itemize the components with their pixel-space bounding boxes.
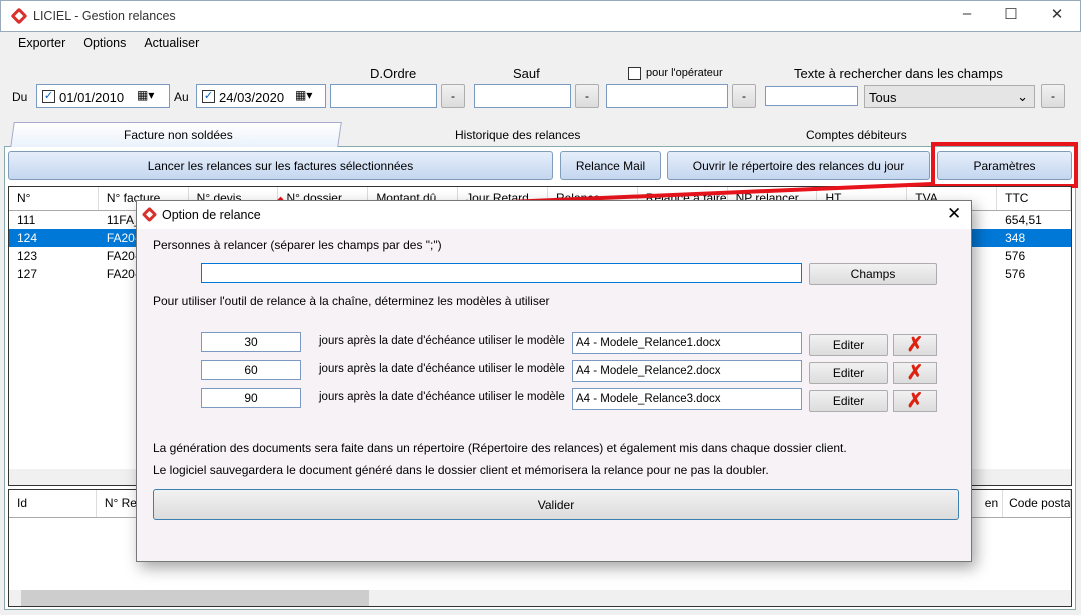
table-cell: 576 xyxy=(1005,249,1026,263)
sauf-label: Sauf xyxy=(513,66,540,81)
validate-button[interactable]: Valider xyxy=(153,489,959,520)
dialog-close-button[interactable]: ✕ xyxy=(947,204,961,224)
column-header[interactable]: Id xyxy=(9,490,97,517)
window-title: LICIEL - Gestion relances xyxy=(33,9,176,23)
table-cell: 127 xyxy=(17,267,38,281)
date-from-picker[interactable]: ✓ 01/01/2010 ▦▾ xyxy=(36,84,170,108)
table-cell: 654,51 xyxy=(1005,213,1042,227)
edit-button[interactable]: Editer xyxy=(809,334,888,356)
rule-label: jours après la date d'échéance utiliser … xyxy=(319,391,565,403)
rule-label: jours après la date d'échéance utiliser … xyxy=(319,335,565,347)
title-bar: LICIEL - Gestion relances – ☐ ✕ xyxy=(0,0,1081,32)
tab-label: Facture non soldées xyxy=(124,128,233,142)
persons-input[interactable] xyxy=(201,263,802,283)
field-select[interactable]: Tous ⌄ xyxy=(864,85,1035,108)
du-label: Du xyxy=(12,90,28,104)
days-input[interactable] xyxy=(201,332,301,352)
calendar-icon[interactable]: ▦▾ xyxy=(295,88,312,102)
model-field[interactable]: A4 - Modele_Relance1.docx xyxy=(572,332,802,354)
open-folder-button[interactable]: Ouvrir le répertoire des relances du jou… xyxy=(667,151,930,180)
info-text-2: Le logiciel sauvegardera le document gén… xyxy=(153,463,769,477)
model-field[interactable]: A4 - Modele_Relance2.docx xyxy=(572,360,802,382)
champs-button[interactable]: Champs xyxy=(809,263,937,285)
table-cell: 124 xyxy=(17,231,38,245)
table-cell: 123 xyxy=(17,249,38,263)
date-to-picker[interactable]: ✓ 24/03/2020 ▦▾ xyxy=(196,84,326,108)
rule-label: jours après la date d'échéance utiliser … xyxy=(319,363,565,375)
highlight-box xyxy=(931,142,1078,188)
option-relance-dialog: Option de relance ✕ Personnes à relancer… xyxy=(136,200,972,562)
table-cell: 576 xyxy=(1005,267,1026,281)
days-input[interactable] xyxy=(201,388,301,408)
scrollbar-thumb[interactable] xyxy=(21,590,369,606)
date-to-value: 24/03/2020 xyxy=(219,90,285,105)
calendar-icon[interactable]: ▦▾ xyxy=(137,88,154,102)
field-select-value: Tous xyxy=(869,90,897,105)
delete-icon[interactable]: ✗ xyxy=(893,334,937,356)
chain-label: Pour utiliser l'outil de relance à la ch… xyxy=(153,294,550,308)
column-header[interactable]: TTC xyxy=(997,187,1071,210)
dialog-title-bar: Option de relance ✕ xyxy=(137,201,971,229)
close-button[interactable]: ✕ xyxy=(1037,5,1077,27)
operateur-checkbox[interactable] xyxy=(628,67,641,80)
launch-relances-button[interactable]: Lancer les relances sur les factures sél… xyxy=(8,151,553,180)
date-from-value: 01/01/2010 xyxy=(59,90,125,105)
search-label: Texte à rechercher dans les champs xyxy=(794,66,1003,81)
search-clear-button[interactable]: - xyxy=(1041,84,1065,108)
column-header[interactable]: Code postal xyxy=(1003,490,1071,517)
table-cell: 111 xyxy=(17,213,36,227)
menu-options[interactable]: Options xyxy=(83,36,126,50)
persons-label: Personnes à relancer (séparer les champs… xyxy=(153,238,442,252)
au-label: Au xyxy=(174,90,189,104)
dordre-label: D.Ordre xyxy=(370,66,417,81)
date-from-checkbox[interactable]: ✓ xyxy=(42,90,55,103)
app-logo-icon xyxy=(141,206,158,223)
operateur-input[interactable] xyxy=(606,84,728,108)
tab-historique[interactable]: Historique des relances xyxy=(455,128,580,142)
dialog-title: Option de relance xyxy=(162,208,261,222)
dordre-clear-button[interactable]: - xyxy=(441,84,465,108)
horizontal-scrollbar[interactable] xyxy=(9,590,1071,606)
menu-bar: Exporter Options Actualiser xyxy=(18,36,217,50)
minimize-button[interactable]: – xyxy=(947,5,987,27)
menu-actualiser[interactable]: Actualiser xyxy=(144,36,199,50)
column-header[interactable]: N° xyxy=(9,187,99,210)
search-input[interactable] xyxy=(765,86,858,106)
delete-icon[interactable]: ✗ xyxy=(893,390,937,412)
maximize-button[interactable]: ☐ xyxy=(991,5,1031,27)
model-field[interactable]: A4 - Modele_Relance3.docx xyxy=(572,388,802,410)
days-input[interactable] xyxy=(201,360,301,380)
date-to-checkbox[interactable]: ✓ xyxy=(202,90,215,103)
chevron-down-icon: ⌄ xyxy=(1017,89,1028,104)
sauf-clear-button[interactable]: - xyxy=(575,84,599,108)
app-logo-icon xyxy=(10,7,28,25)
operateur-label: pour l'opérateur xyxy=(646,67,723,79)
dordre-input[interactable] xyxy=(330,84,437,108)
edit-button[interactable]: Editer xyxy=(809,362,888,384)
info-text-1: La génération des documents sera faite d… xyxy=(153,441,847,455)
table-cell: 348 xyxy=(1005,231,1026,245)
menu-exporter[interactable]: Exporter xyxy=(18,36,65,50)
tab-comptes-debiteurs[interactable]: Comptes débiteurs xyxy=(806,128,907,142)
operateur-clear-button[interactable]: - xyxy=(732,84,756,108)
delete-icon[interactable]: ✗ xyxy=(893,362,937,384)
edit-button[interactable]: Editer xyxy=(809,390,888,412)
relance-mail-button[interactable]: Relance Mail xyxy=(560,151,661,180)
sauf-input[interactable] xyxy=(474,84,571,108)
